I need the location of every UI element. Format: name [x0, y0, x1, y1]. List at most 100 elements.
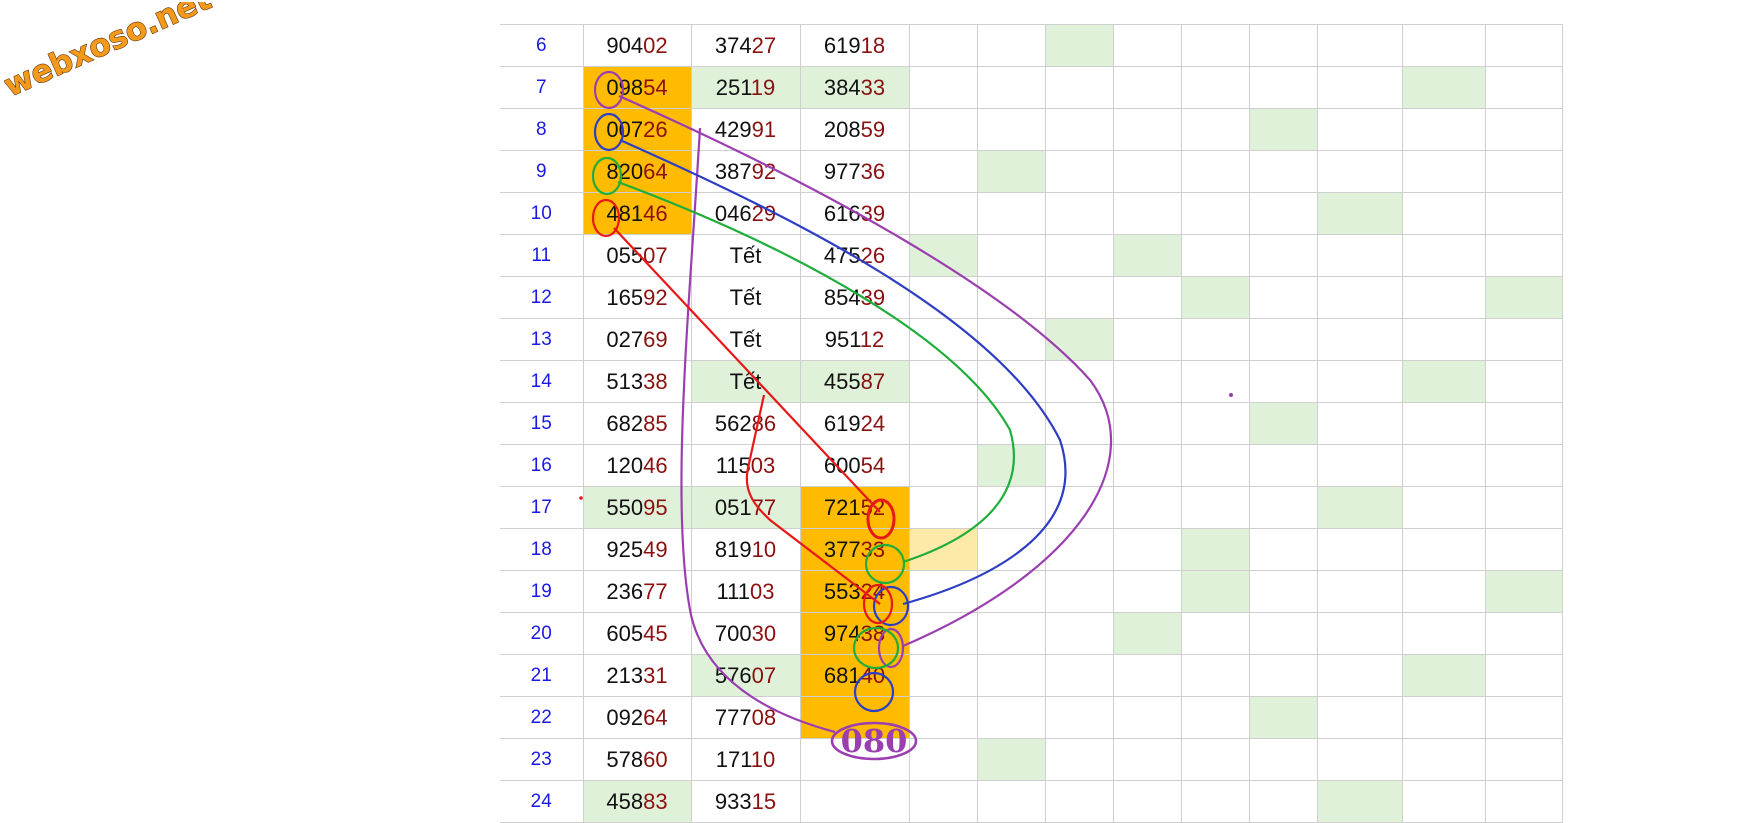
table-row: 12 16592 Tết 85439	[500, 276, 1563, 319]
stat-cell	[1180, 24, 1250, 67]
stat-cell	[1044, 696, 1114, 739]
row-index: 11	[500, 234, 584, 277]
stat-cell	[1248, 66, 1318, 109]
stat-cell	[1044, 24, 1114, 67]
stat-cell	[1180, 486, 1250, 529]
stat-cell	[908, 66, 978, 109]
result-cell: 09854	[582, 66, 692, 109]
stat-cell	[1401, 738, 1486, 781]
stat-cell	[1401, 570, 1486, 613]
row-index: 13	[500, 318, 584, 361]
stat-cell	[1112, 24, 1182, 67]
stat-cell	[1484, 108, 1563, 151]
stat-cell	[1248, 24, 1318, 67]
result-cell: 60545	[582, 612, 692, 655]
row-index: 18	[500, 528, 584, 571]
stat-cell	[1484, 486, 1563, 529]
stat-cell	[1484, 696, 1563, 739]
stat-cell	[976, 108, 1046, 151]
stat-cell	[1248, 108, 1318, 151]
result-cell: 37733	[799, 528, 910, 571]
stat-cell	[1112, 780, 1182, 823]
stat-cell	[1316, 570, 1403, 613]
result-cell: 21331	[582, 654, 692, 697]
stat-cell	[1316, 696, 1403, 739]
row-index: 9	[500, 150, 584, 193]
result-cell: 12046	[582, 444, 692, 487]
result-cell: 61924	[799, 402, 910, 445]
stat-cell	[1316, 150, 1403, 193]
table-row: 17 55095 05177 72152	[500, 486, 1563, 529]
stat-cell	[1180, 528, 1250, 571]
stat-cell	[1316, 528, 1403, 571]
result-cell: 82064	[582, 150, 692, 193]
result-cell: 17110	[690, 738, 801, 781]
stat-cell	[1112, 360, 1182, 403]
stat-cell	[1044, 66, 1114, 109]
stat-cell	[1180, 696, 1250, 739]
stat-cell	[1316, 234, 1403, 277]
stat-cell	[1248, 150, 1318, 193]
stat-cell	[1484, 444, 1563, 487]
result-cell: 68140	[799, 654, 910, 697]
result-cell: 45587	[799, 360, 910, 403]
row-index: 21	[500, 654, 584, 697]
table-row: 13 02769 Tết 95112	[500, 318, 1563, 361]
stat-cell	[1112, 66, 1182, 109]
result-cell: 55095	[582, 486, 692, 529]
result-cell: 51338	[582, 360, 692, 403]
stat-cell	[1401, 192, 1486, 235]
stat-cell	[1484, 654, 1563, 697]
stat-cell	[976, 402, 1046, 445]
result-cell: 00726	[582, 108, 692, 151]
result-cell: 81910	[690, 528, 801, 571]
stat-cell	[1180, 402, 1250, 445]
stat-cell	[1316, 108, 1403, 151]
stat-cell	[1484, 192, 1563, 235]
table-row: 11 05507 Tết 47526	[500, 234, 1563, 277]
stat-cell	[1112, 486, 1182, 529]
stat-cell	[908, 654, 978, 697]
stat-cell	[1316, 402, 1403, 445]
row-index: 15	[500, 402, 584, 445]
result-cell: 11103	[690, 570, 801, 613]
result-cell: Tết	[690, 318, 801, 361]
stat-cell	[1248, 654, 1318, 697]
result-cell: 38792	[690, 150, 801, 193]
stat-cell	[1180, 612, 1250, 655]
stat-cell	[1044, 150, 1114, 193]
stat-cell	[1248, 234, 1318, 277]
stat-cell	[908, 486, 978, 529]
result-cell: 61918	[799, 24, 910, 67]
stat-cell	[908, 108, 978, 151]
stat-cell	[908, 780, 978, 823]
stat-cell	[1401, 780, 1486, 823]
stat-cell	[1248, 192, 1318, 235]
stat-cell	[1112, 444, 1182, 487]
stat-cell	[1248, 612, 1318, 655]
stat-cell	[1248, 696, 1318, 739]
stat-cell	[1316, 318, 1403, 361]
stat-cell	[1044, 444, 1114, 487]
stat-cell	[908, 696, 978, 739]
stat-cell	[1112, 192, 1182, 235]
stat-cell	[1044, 234, 1114, 277]
stat-cell	[1180, 318, 1250, 361]
result-cell: 09264	[582, 696, 692, 739]
stat-cell	[908, 612, 978, 655]
stat-cell	[1248, 486, 1318, 529]
stat-cell	[1248, 528, 1318, 571]
result-cell: 57860	[582, 738, 692, 781]
stat-cell	[1180, 150, 1250, 193]
result-cell: 77708	[690, 696, 801, 739]
stat-cell	[1316, 24, 1403, 67]
row-index: 16	[500, 444, 584, 487]
stat-cell	[908, 360, 978, 403]
stat-cell	[1484, 402, 1563, 445]
stat-cell	[1180, 360, 1250, 403]
result-cell: 25119	[690, 66, 801, 109]
stat-cell	[976, 738, 1046, 781]
stat-cell	[976, 150, 1046, 193]
row-index: 6	[500, 24, 584, 67]
stat-cell	[1401, 234, 1486, 277]
